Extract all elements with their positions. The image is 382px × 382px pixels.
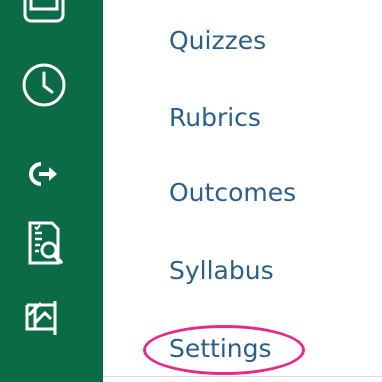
nav-link-settings[interactable]: Settings	[169, 334, 272, 364]
divider	[103, 376, 382, 377]
logout-icon[interactable]	[16, 146, 72, 202]
image-frame-icon[interactable]	[16, 290, 72, 346]
nav-link-rubrics[interactable]: Rubrics	[169, 103, 261, 133]
nav-link-syllabus[interactable]: Syllabus	[169, 256, 274, 286]
nav-link-outcomes[interactable]: Outcomes	[169, 178, 296, 208]
clock-icon[interactable]	[16, 57, 72, 113]
nav-link-quizzes[interactable]: Quizzes	[169, 26, 266, 56]
global-nav-rail	[0, 0, 103, 382]
document-search-icon[interactable]	[16, 216, 72, 272]
inbox-icon[interactable]	[16, 0, 72, 34]
